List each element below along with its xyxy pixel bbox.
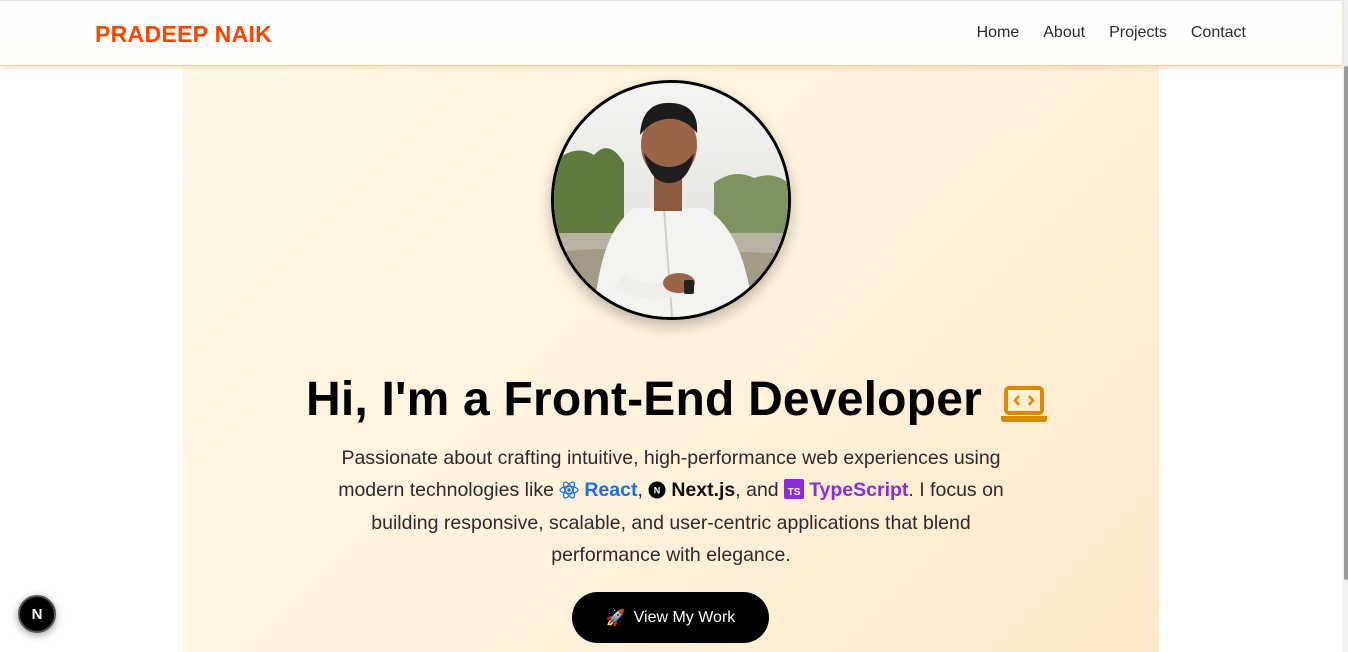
brand-logo[interactable]: PRADEEP NAIK	[95, 21, 272, 48]
nextjs-icon: N	[648, 481, 666, 499]
hero-description: Passionate about crafting intuitive, hig…	[331, 442, 1011, 572]
profile-avatar	[551, 80, 791, 320]
cta-label: View My Work	[633, 608, 736, 626]
desc-sep-2: , and	[735, 479, 779, 501]
tech-nextjs: N Next.js	[648, 479, 735, 501]
typescript-icon: TS	[784, 479, 805, 499]
nav-link-contact[interactable]: Contact	[1191, 24, 1246, 42]
nav-links: Home About Projects Contact	[977, 24, 1246, 42]
react-label: React	[584, 479, 638, 501]
scrollbar-thumb[interactable]	[1344, 66, 1348, 580]
tech-react: React	[559, 479, 637, 501]
hero-section: Hi, I'm a Front-End Developer Passionate…	[183, 66, 1159, 652]
nextjs-dev-badge[interactable]: N	[18, 595, 56, 633]
tech-typescript: TS TypeScript	[784, 479, 908, 501]
headline-text: Hi, I'm a Front-End Developer	[306, 373, 982, 427]
laptop-code-icon	[1000, 382, 1048, 422]
navbar: PRADEEP NAIK Home About Projects Contact	[0, 0, 1342, 66]
page-scrollbar[interactable]	[1342, 0, 1348, 652]
typescript-label: TypeScript	[809, 479, 909, 501]
nav-link-about[interactable]: About	[1043, 24, 1085, 42]
profile-photo	[554, 83, 788, 317]
nextjs-label: Next.js	[671, 479, 736, 501]
svg-text:TS: TS	[788, 487, 801, 498]
svg-text:N: N	[654, 486, 661, 496]
hero-headline: Hi, I'm a Front-End Developer	[183, 372, 1159, 427]
nav-link-projects[interactable]: Projects	[1109, 24, 1167, 42]
view-my-work-button[interactable]: 🚀 View My Work	[572, 592, 769, 643]
rocket-icon: 🚀	[605, 609, 626, 627]
nav-link-home[interactable]: Home	[977, 24, 1020, 42]
react-icon	[559, 481, 579, 499]
desc-sep-1: ,	[637, 479, 643, 501]
